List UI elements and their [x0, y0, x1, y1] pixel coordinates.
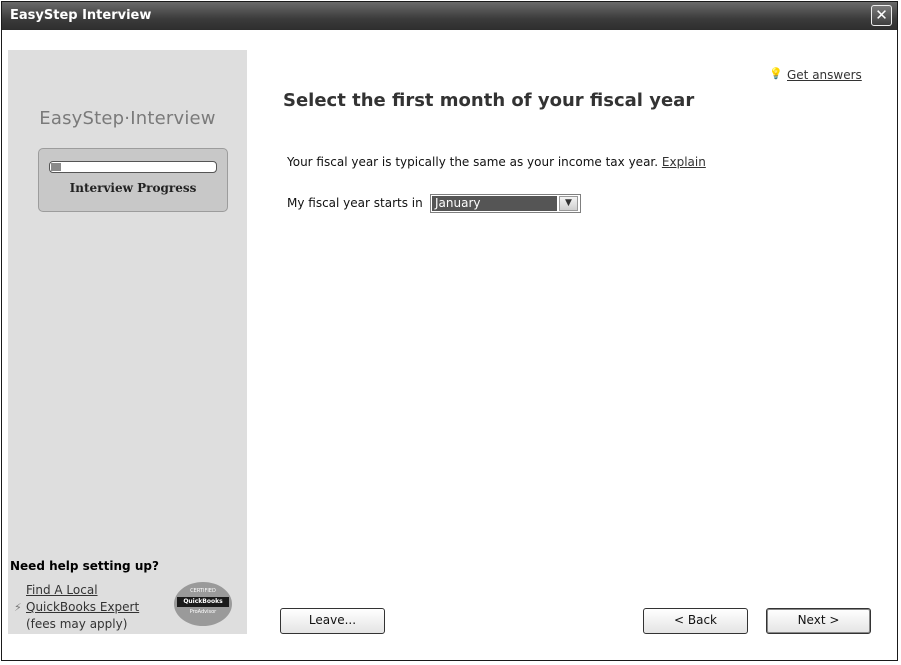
progress-bar-fill: [51, 163, 61, 171]
close-icon[interactable]: ✕: [871, 5, 892, 26]
intro-text: Your fiscal year is typically the same a…: [287, 155, 706, 169]
link-arrow-icon: ⚡: [14, 601, 22, 614]
proadvisor-badge-logo: CERTIFIED QuickBooks ProAdvisor: [174, 582, 232, 626]
progress-bar: [49, 161, 217, 173]
quickbooks-expert-link[interactable]: QuickBooks Expert: [26, 600, 139, 614]
get-answers-link[interactable]: Get answers: [787, 68, 862, 82]
fees-note: (fees may apply): [26, 617, 128, 631]
leave-button[interactable]: Leave...: [280, 608, 385, 634]
explain-link[interactable]: Explain: [662, 155, 706, 169]
badge-middle-text: QuickBooks: [177, 597, 229, 607]
chevron-down-icon[interactable]: ▼: [559, 196, 578, 211]
page-title: Select the first month of your fiscal ye…: [283, 90, 695, 111]
sidebar: EasyStep·Interview Interview Progress Ne…: [8, 50, 247, 634]
fiscal-year-label: My fiscal year starts in: [287, 196, 423, 210]
help-bulb-icon: 💡: [769, 67, 783, 80]
fiscal-month-value[interactable]: January: [432, 196, 557, 211]
easystep-interview-window: EasyStep Interview ✕ EasyStep·Interview …: [1, 1, 898, 661]
help-heading: Need help setting up?: [10, 559, 159, 573]
interview-progress-panel: Interview Progress: [38, 148, 228, 212]
next-button[interactable]: Next >: [766, 608, 871, 634]
badge-top-text: CERTIFIED: [190, 588, 216, 594]
title-bar: EasyStep Interview ✕: [2, 2, 897, 30]
back-button[interactable]: < Back: [643, 608, 748, 634]
window-title: EasyStep Interview: [10, 8, 152, 23]
fiscal-month-select[interactable]: January ▼: [430, 194, 581, 213]
progress-label: Interview Progress: [69, 181, 197, 195]
intro-sentence: Your fiscal year is typically the same a…: [287, 155, 662, 169]
find-local-expert-link[interactable]: Find A Local: [26, 583, 98, 597]
badge-bottom-text: ProAdvisor: [189, 609, 217, 615]
sidebar-brand: EasyStep·Interview: [39, 108, 216, 129]
